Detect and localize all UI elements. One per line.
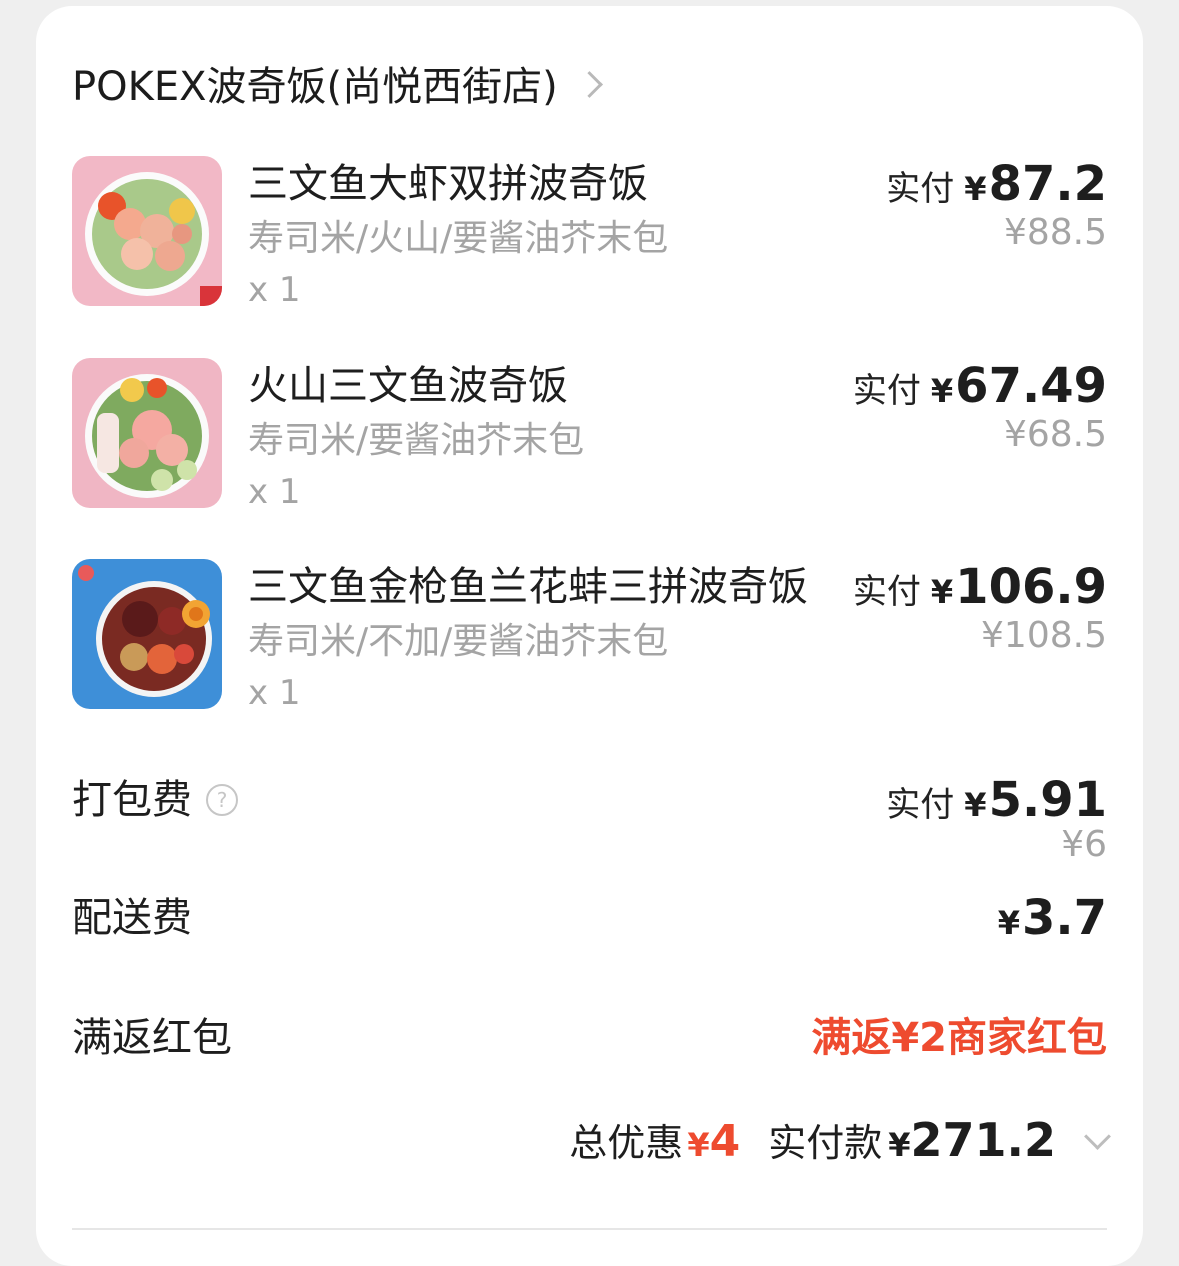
packing-fee-row: 打包费 ? 实付 ¥ 5.91 ¥6 (72, 772, 1107, 872)
product-image (72, 156, 222, 306)
red-packet-value: 满返¥2商家红包 (811, 1015, 1107, 1061)
paid-label: 实付 (886, 785, 955, 825)
total-discount-amount: 4 (709, 1116, 741, 1167)
item-paid-price: 实付 ¥ 67.49 (853, 358, 1107, 414)
item-spec: 寿司米/要酱油芥末包 (248, 420, 585, 461)
paid-total-amount: 271.2 (910, 1113, 1056, 1167)
item-paid-price: 实付 ¥ 106.9 (853, 559, 1107, 615)
store-header[interactable]: POKEX波奇饭(尚悦西街店) (72, 54, 603, 112)
product-image (72, 358, 222, 508)
currency-symbol: ¥ (930, 372, 954, 410)
order-item[interactable]: 火山三文鱼波奇饭 寿司米/要酱油芥末包 x 1 实付 ¥ 67.49 ¥68.5 (72, 358, 1107, 518)
currency-symbol: ¥ (997, 904, 1020, 942)
red-packet-label: 满返红包 (72, 1015, 232, 1061)
product-image (72, 559, 222, 709)
order-summary[interactable]: 总优惠 ¥ 4 实付款 ¥ 271.2 (569, 1112, 1111, 1167)
original-price: ¥88.5 (1003, 212, 1107, 253)
paid-label: 实付 (852, 572, 921, 612)
currency-symbol: ¥ (687, 1126, 710, 1164)
red-packet-row: 满返红包 满返¥2商家红包 (72, 1010, 1107, 1070)
original-price: ¥108.5 (981, 615, 1107, 656)
paid-label: 实付 (886, 169, 955, 209)
item-paid-price: 实付 ¥ 87.2 (886, 156, 1107, 212)
currency-symbol: ¥ (888, 1126, 911, 1164)
delivery-fee-row: 配送费 ¥ 3.7 (72, 890, 1107, 950)
paid-amount: 106.9 (955, 559, 1107, 615)
item-quantity: x 1 (248, 270, 301, 310)
currency-symbol: ¥ (964, 786, 987, 824)
divider (72, 1228, 1107, 1230)
delivery-fee-label: 配送费 (72, 895, 192, 941)
packing-fee-paid-price: 实付 ¥ 5.91 (886, 772, 1107, 828)
item-name: 三文鱼大虾双拼波奇饭 (248, 161, 648, 207)
item-name: 三文鱼金枪鱼兰花蚌三拼波奇饭 (248, 564, 808, 610)
item-spec: 寿司米/不加/要酱油芥末包 (248, 621, 669, 662)
paid-label: 实付 (852, 371, 921, 411)
original-price: ¥68.5 (1003, 414, 1107, 455)
item-quantity: x 1 (248, 673, 301, 713)
packing-fee-label: 打包费 (72, 777, 192, 823)
order-item[interactable]: 三文鱼金枪鱼兰花蚌三拼波奇饭 寿司米/不加/要酱油芥末包 x 1 实付 ¥ 10… (72, 559, 1107, 719)
original-price: ¥6 (1061, 824, 1107, 865)
currency-symbol: ¥ (930, 573, 954, 611)
item-spec: 寿司米/火山/要酱油芥末包 (248, 218, 669, 259)
paid-amount: 67.49 (955, 358, 1107, 414)
paid-total-label: 实付款 (768, 1121, 883, 1165)
item-name: 火山三文鱼波奇饭 (248, 363, 568, 409)
currency-symbol: ¥ (964, 170, 987, 208)
paid-amount: 5.91 (988, 772, 1107, 828)
order-item[interactable]: 三文鱼大虾双拼波奇饭 寿司米/火山/要酱油芥末包 x 1 实付 ¥ 87.2 ¥… (72, 156, 1107, 316)
chevron-right-icon[interactable] (575, 70, 603, 98)
total-discount-label: 总优惠 (569, 1121, 684, 1165)
chevron-down-icon[interactable] (1084, 1123, 1111, 1150)
paid-amount: 87.2 (988, 156, 1107, 212)
question-circle-icon[interactable]: ? (206, 784, 238, 816)
item-quantity: x 1 (248, 472, 301, 512)
delivery-fee-price: ¥ 3.7 (998, 890, 1107, 946)
store-name[interactable]: POKEX波奇饭(尚悦西街店) (72, 54, 558, 112)
delivery-fee-amount: 3.7 (1021, 890, 1107, 946)
